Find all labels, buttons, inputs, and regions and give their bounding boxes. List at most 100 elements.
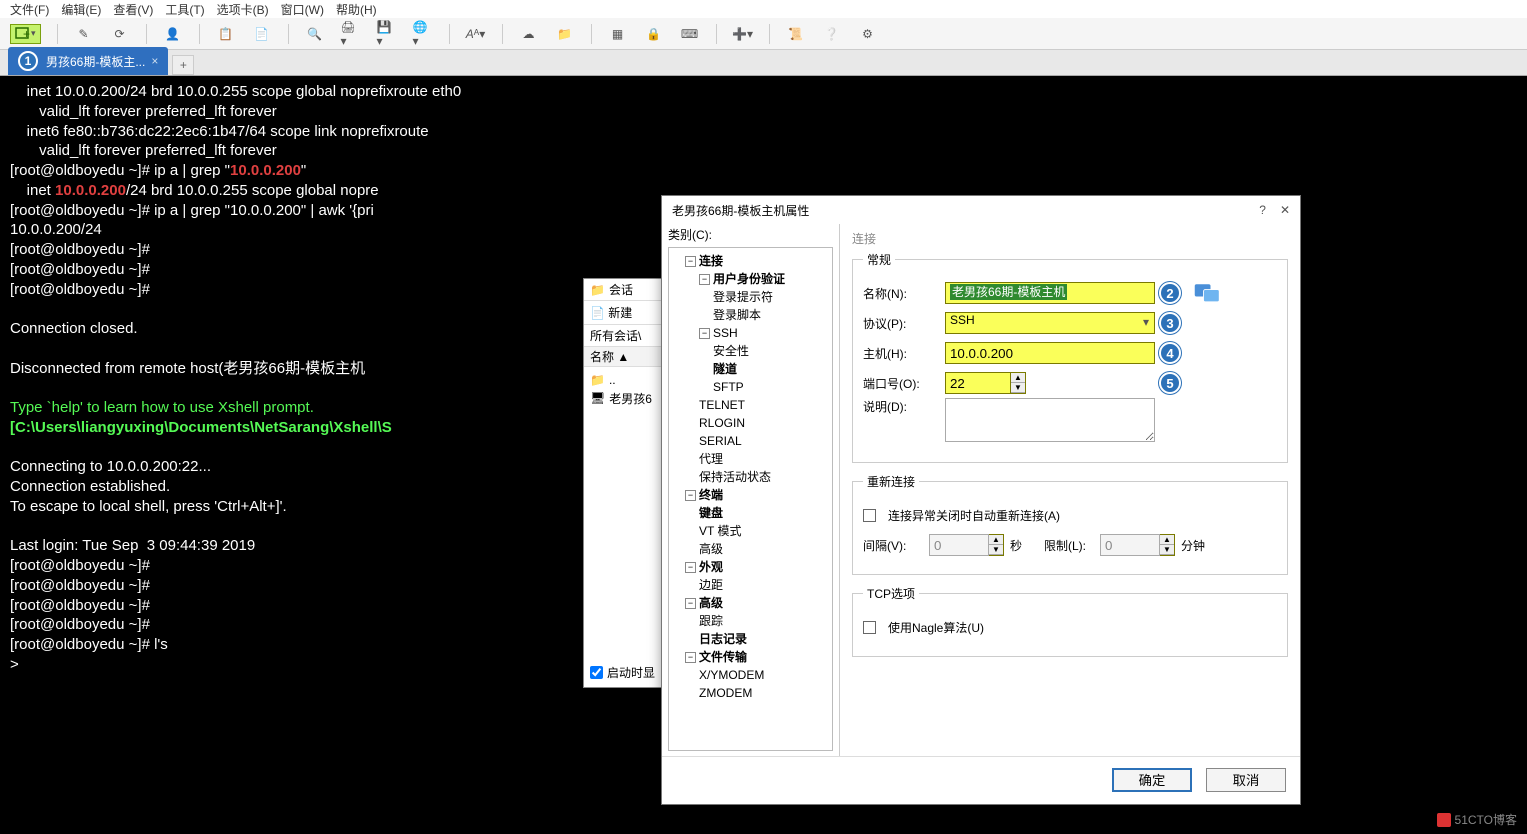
- tree-keyboard[interactable]: 键盘: [699, 504, 830, 522]
- tree-advanced[interactable]: 高级: [699, 540, 830, 558]
- main-toolbar: + ▾ ✎ ⟳ 👤 📋 📄 🔍 🖨▾ 💾▾ 🌐▾ Aᴬ▾ ☁ 📁 ▦ 🔒 ⌨ ➕…: [0, 18, 1527, 50]
- description-input[interactable]: [945, 398, 1155, 442]
- close-icon[interactable]: ✕: [1280, 203, 1290, 217]
- globe-icon[interactable]: 🌐▾: [413, 24, 433, 44]
- lock-icon[interactable]: 🔒: [644, 24, 664, 44]
- spin-down-icon[interactable]: ▼: [1011, 383, 1025, 393]
- spin-down-icon[interactable]: ▼: [989, 545, 1003, 555]
- spin-up-icon[interactable]: ▲: [1160, 535, 1174, 545]
- interval-input[interactable]: [929, 534, 989, 556]
- cancel-button[interactable]: 取消: [1206, 768, 1286, 792]
- terminal-line: [root@oldboyedu ~]#: [10, 281, 150, 298]
- menu-view[interactable]: 查看(V): [113, 1, 153, 18]
- menu-tools[interactable]: 工具(T): [165, 1, 204, 18]
- limit-spinner[interactable]: ▲▼: [1100, 534, 1175, 556]
- form-column: 连接 常规 名称(N): 老男孩66期-模板主机 2 协议(P): SSH 3: [840, 224, 1300, 756]
- cloud-icon[interactable]: ☁: [519, 24, 539, 44]
- help-icon[interactable]: ❔: [822, 24, 842, 44]
- tree-login-prompt[interactable]: 登录提示符: [713, 288, 830, 306]
- startup-checkbox[interactable]: [590, 666, 603, 679]
- sessions-footer: 启动时显: [590, 664, 655, 681]
- reconnect-legend: 重新连接: [863, 473, 919, 490]
- dialog-title: 老男孩66期-模板主机属性: [672, 202, 809, 219]
- tree-advanced2[interactable]: 高级: [699, 596, 723, 610]
- keyboard-icon[interactable]: ⌨: [680, 24, 700, 44]
- wand-icon[interactable]: ✎: [74, 24, 94, 44]
- reconnect-icon[interactable]: ⟳: [110, 24, 130, 44]
- help-icon[interactable]: ?: [1259, 203, 1266, 217]
- terminal-line: [root@oldboyedu ~]#: [10, 577, 150, 594]
- port-spinner[interactable]: ▲▼: [945, 372, 1026, 394]
- ok-button[interactable]: 确定: [1112, 768, 1192, 792]
- add-tab-button[interactable]: +: [172, 55, 194, 75]
- interval-spinner[interactable]: ▲▼: [929, 534, 1004, 556]
- tree-appearance[interactable]: 外观: [699, 560, 723, 574]
- gear-icon[interactable]: ⚙: [858, 24, 878, 44]
- tree-security[interactable]: 安全性: [713, 342, 830, 360]
- spin-up-icon[interactable]: ▲: [989, 535, 1003, 545]
- tree-logging[interactable]: 日志记录: [699, 630, 830, 648]
- font-icon[interactable]: Aᴬ▾: [466, 24, 486, 44]
- spin-up-icon[interactable]: ▲: [1011, 373, 1025, 383]
- menu-edit[interactable]: 编辑(E): [61, 1, 101, 18]
- tree-serial[interactable]: SERIAL: [699, 432, 830, 450]
- terminal-line: inet6 fe80::b736:dc22:2ec6:1b47/64 scope…: [10, 123, 429, 140]
- menu-file[interactable]: 文件(F): [10, 1, 49, 18]
- session-tab[interactable]: 1 男孩66期-模板主... ×: [8, 47, 168, 75]
- tree-ssh[interactable]: SSH: [713, 326, 738, 340]
- tree-auth[interactable]: 用户身份验证: [713, 272, 785, 286]
- watermark: 51CTO博客: [1437, 811, 1517, 828]
- menu-tabs[interactable]: 选项卡(B): [217, 1, 269, 18]
- print-icon[interactable]: 🖨▾: [341, 24, 361, 44]
- port-input[interactable]: [945, 372, 1011, 394]
- name-input[interactable]: 老男孩66期-模板主机: [945, 282, 1155, 304]
- folder-icon[interactable]: 📁: [555, 24, 575, 44]
- tree-filetransfer[interactable]: 文件传输: [699, 650, 747, 664]
- tile-icon[interactable]: ▦: [608, 24, 628, 44]
- tree-xymodem[interactable]: X/YMODEM: [699, 666, 830, 684]
- tree-terminal[interactable]: 终端: [699, 488, 723, 502]
- tree-keepalive[interactable]: 保持活动状态: [699, 468, 830, 486]
- category-tree[interactable]: −连接 −用户身份验证 登录提示符 登录脚本 −SSH 安全性: [668, 247, 833, 751]
- tree-proxy[interactable]: 代理: [699, 450, 830, 468]
- column-name: 名称 ▲: [590, 348, 629, 365]
- script-icon[interactable]: 📜: [786, 24, 806, 44]
- auto-reconnect-checkbox[interactable]: [863, 509, 876, 522]
- profile-icon[interactable]: 👤: [163, 24, 183, 44]
- tree-login-script[interactable]: 登录脚本: [713, 306, 830, 324]
- nagle-checkbox[interactable]: [863, 621, 876, 634]
- new-session-button[interactable]: + ▾: [10, 24, 41, 44]
- menu-window[interactable]: 窗口(W): [281, 1, 324, 18]
- tree-vtmode[interactable]: VT 模式: [699, 522, 830, 540]
- save-icon[interactable]: 💾▾: [377, 24, 397, 44]
- tree-telnet[interactable]: TELNET: [699, 396, 830, 414]
- protocol-select[interactable]: SSH: [945, 312, 1155, 334]
- desc-label: 说明(D):: [863, 398, 937, 415]
- terminal-line: >: [10, 656, 19, 673]
- tree-rlogin[interactable]: RLOGIN: [699, 414, 830, 432]
- terminal-line: Last login: Tue Sep 3 09:44:39 2019: [10, 537, 255, 554]
- limit-input[interactable]: [1100, 534, 1160, 556]
- tree-margin[interactable]: 边距: [699, 576, 830, 594]
- tree-trace[interactable]: 跟踪: [699, 612, 830, 630]
- annotation-badge-5: 5: [1159, 372, 1181, 394]
- terminal-line: Type `help' to learn how to use Xshell p…: [10, 399, 314, 416]
- tree-connection[interactable]: 连接: [699, 254, 723, 268]
- tree-sftp[interactable]: SFTP: [713, 378, 830, 396]
- paste-icon[interactable]: 📄: [252, 24, 272, 44]
- menu-bar: 文件(F) 编辑(E) 查看(V) 工具(T) 选项卡(B) 窗口(W) 帮助(…: [0, 0, 1527, 18]
- add-icon[interactable]: ➕▾: [733, 24, 753, 44]
- terminal-line: [C:\Users\liangyuxing\Documents\NetSaran…: [10, 419, 392, 436]
- copy-icon[interactable]: 📋: [216, 24, 236, 44]
- search-icon[interactable]: 🔍: [305, 24, 325, 44]
- tree-tunnel[interactable]: 隧道: [713, 360, 830, 378]
- spin-down-icon[interactable]: ▼: [1160, 545, 1174, 555]
- tree-zmodem[interactable]: ZMODEM: [699, 684, 830, 702]
- new-session-link[interactable]: 📄 新建: [590, 304, 632, 321]
- toolbar-separator: [716, 24, 717, 44]
- toolbar-separator: [769, 24, 770, 44]
- menu-help[interactable]: 帮助(H): [336, 1, 377, 18]
- dialog-titlebar[interactable]: 老男孩66期-模板主机属性 ? ✕: [662, 196, 1300, 224]
- host-input[interactable]: [945, 342, 1155, 364]
- close-tab-icon[interactable]: ×: [151, 54, 158, 68]
